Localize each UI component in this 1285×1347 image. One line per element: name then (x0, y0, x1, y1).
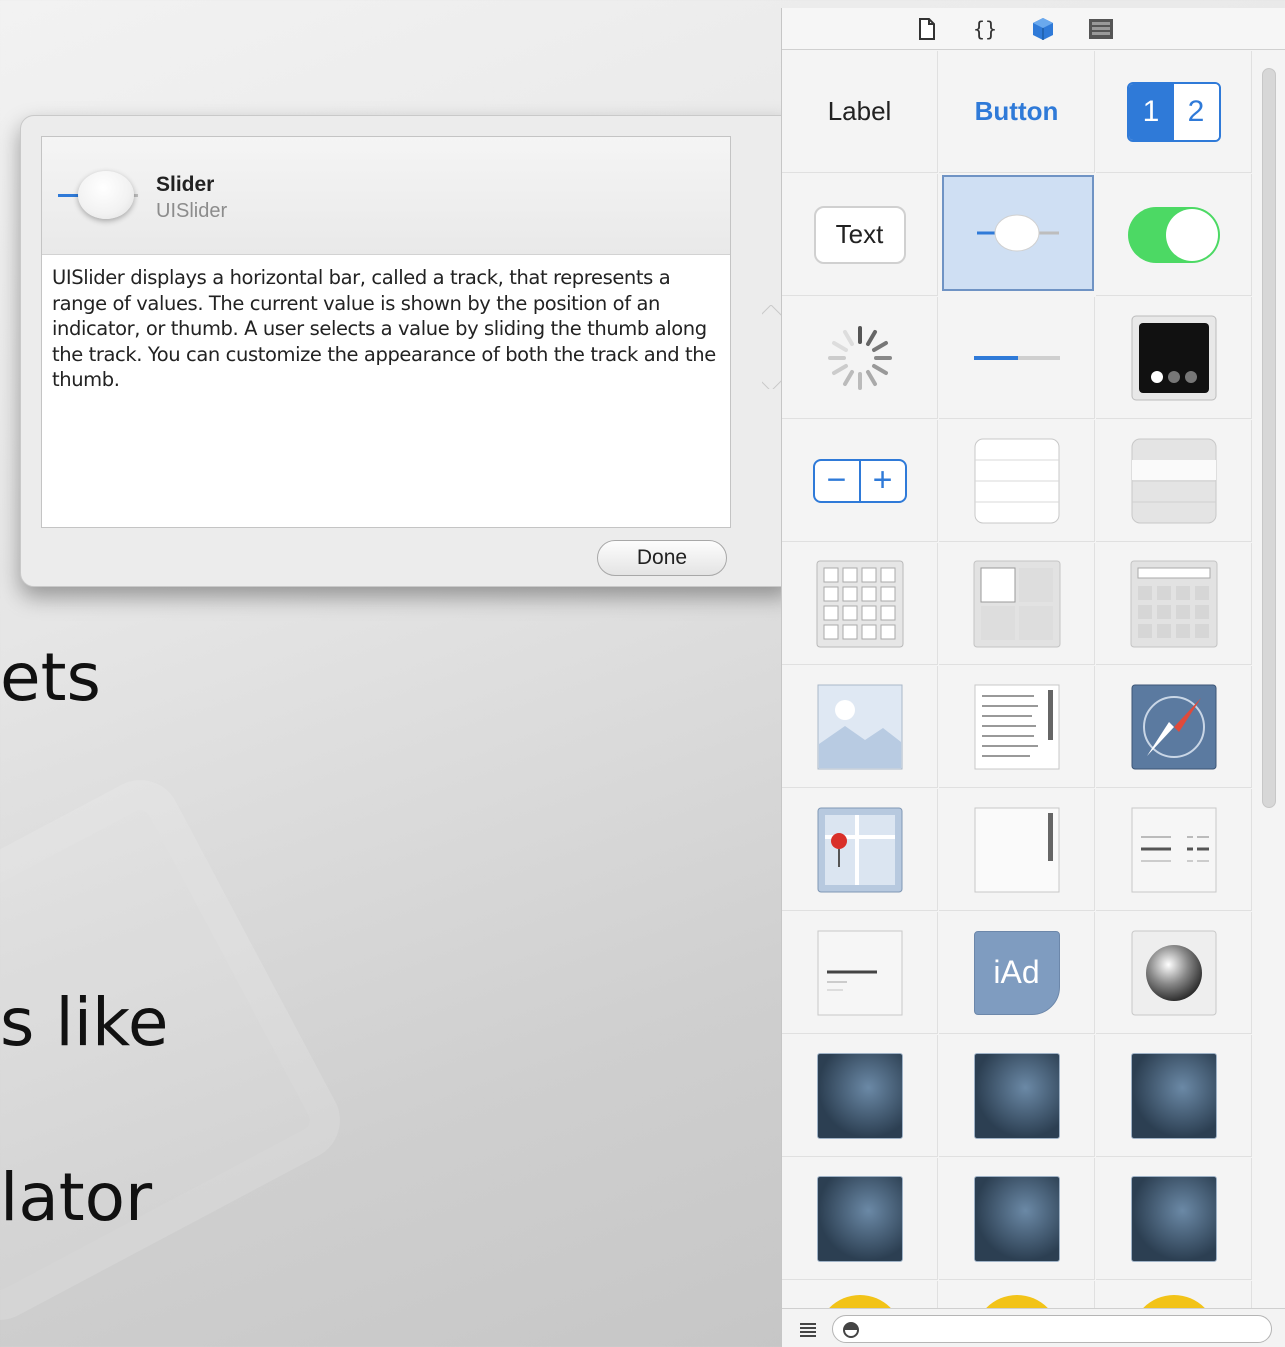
library-item-ad-banner[interactable]: iAd (939, 912, 1095, 1034)
library-item-picker-view[interactable] (782, 912, 938, 1034)
popover-header: Slider UISlider (42, 137, 730, 255)
media-icon[interactable] (1087, 15, 1115, 43)
rotation-gesture-icon (1130, 1052, 1217, 1139)
compass-icon (1131, 684, 1216, 769)
library-item-pinch-gesture[interactable] (939, 1035, 1095, 1157)
library-item-web-view[interactable] (1096, 666, 1252, 788)
library-item-scroll-view[interactable] (939, 789, 1095, 911)
text-field-preview: Text (813, 205, 906, 264)
library-item-text-field[interactable]: Text (782, 174, 938, 296)
library-item-collection-reusable-view[interactable] (1096, 543, 1252, 665)
library-item-date-picker[interactable] (1096, 789, 1252, 911)
library-tab-bar: {} (782, 8, 1285, 50)
library-item-segmented-control[interactable]: 1 2 (1096, 51, 1252, 173)
button-preview: Button (974, 96, 1059, 126)
sphere-icon (1131, 930, 1216, 1015)
library-item-object-1[interactable] (782, 1281, 938, 1308)
pinch-gesture-icon (973, 1052, 1060, 1139)
table-view-icon (974, 438, 1059, 523)
help-popover: Slider UISlider UISlider displays a hori… (20, 115, 790, 587)
library-item-collection-view-cell[interactable] (939, 543, 1095, 665)
collection-cell-icon (973, 560, 1060, 647)
switch-icon (1127, 206, 1220, 263)
scroll-view-icon (974, 807, 1059, 892)
segment-1: 1 (1128, 83, 1174, 140)
library-item-map-view[interactable] (782, 789, 938, 911)
page-control-icon (1131, 315, 1216, 400)
picker-view-icon (817, 930, 902, 1015)
library-item-swipe-gesture[interactable] (782, 1158, 938, 1280)
done-button[interactable]: Done (597, 540, 727, 576)
swipe-gesture-icon (816, 1175, 903, 1262)
segment-2: 2 (1173, 83, 1219, 140)
stepper-preview: − + (812, 458, 907, 503)
library-item-long-press-gesture[interactable] (1096, 1158, 1252, 1280)
progress-bar-icon (973, 355, 1060, 360)
library-item-rotation-gesture[interactable] (1096, 1035, 1252, 1157)
library-item-slider[interactable] (942, 175, 1094, 291)
text-view-icon (974, 684, 1059, 769)
segmented-control-preview: 1 2 (1126, 81, 1221, 142)
popover-content: Slider UISlider UISlider displays a hori… (41, 136, 731, 528)
library-scrollbar[interactable] (1262, 68, 1276, 808)
library-item-label[interactable]: Label (782, 51, 938, 173)
library-item-collection-view[interactable] (782, 543, 938, 665)
map-pin-icon (817, 807, 902, 892)
label-preview: Label (827, 96, 892, 126)
collection-view-icon (816, 560, 903, 647)
filter-icon (842, 1321, 860, 1344)
object-icon (1130, 1295, 1217, 1308)
tap-gesture-icon (816, 1052, 903, 1139)
object-icon (816, 1295, 903, 1308)
library-item-tap-gesture[interactable] (782, 1035, 938, 1157)
library-item-glkit-view[interactable] (1096, 912, 1252, 1034)
iad-icon: iAd (973, 930, 1060, 1015)
slider-icon (977, 214, 1059, 252)
object-icon (973, 1295, 1060, 1308)
library-item-page-control[interactable] (1096, 297, 1252, 419)
slide-text-line-2: s like (0, 984, 169, 1061)
library-item-table-view-cell[interactable] (1096, 420, 1252, 542)
reusable-view-icon (1130, 560, 1217, 647)
library-item-activity-indicator[interactable] (782, 297, 938, 419)
popover-subtitle: UISlider (156, 200, 228, 222)
pan-gesture-icon (973, 1175, 1060, 1262)
object-cube-icon[interactable] (1029, 15, 1057, 43)
library-filter-input[interactable] (832, 1315, 1272, 1343)
library-item-button[interactable]: Button (939, 51, 1095, 173)
slide-text-line-3: lator (0, 1159, 153, 1236)
list-view-icon[interactable] (798, 1321, 818, 1344)
library-item-pan-gesture[interactable] (939, 1158, 1095, 1280)
braces-icon[interactable]: {} (971, 15, 999, 43)
library-item-object-3[interactable] (1096, 1281, 1252, 1308)
file-icon[interactable] (913, 15, 941, 43)
spinner-icon (827, 325, 892, 390)
library-item-table-view[interactable] (939, 420, 1095, 542)
library-item-text-view[interactable] (939, 666, 1095, 788)
table-cell-icon (1131, 438, 1216, 523)
popover-description: UISlider displays a horizontal bar, call… (52, 266, 716, 392)
library-item-progress-view[interactable] (939, 297, 1095, 419)
library-item-stepper[interactable]: − + (782, 420, 938, 542)
svg-text:{}: {} (972, 17, 996, 41)
image-view-icon (817, 684, 902, 769)
slide-text-line-1: ets (0, 639, 101, 716)
stepper-plus: + (858, 460, 905, 501)
library-item-switch[interactable] (1096, 174, 1252, 296)
stepper-minus: − (826, 461, 847, 499)
library-item-object-2[interactable] (939, 1281, 1095, 1308)
object-library-panel: {} Label Button 1 2 Text − + iAd (781, 8, 1285, 1347)
date-picker-icon (1131, 807, 1216, 892)
popover-title: Slider (156, 173, 215, 196)
long-press-gesture-icon (1130, 1175, 1217, 1262)
library-grid: Label Button 1 2 Text − + iAd (782, 51, 1252, 1308)
library-item-image-view[interactable] (782, 666, 938, 788)
library-bottom-bar (782, 1308, 1285, 1347)
